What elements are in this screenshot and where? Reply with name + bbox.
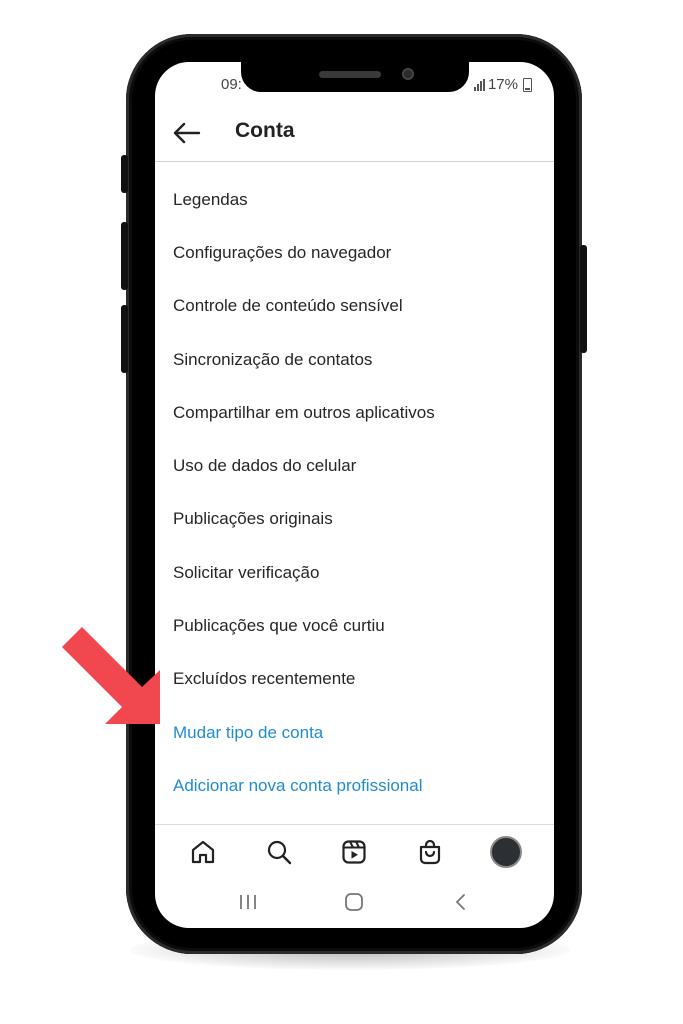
tab-reels[interactable] <box>334 832 374 872</box>
home-icon <box>191 840 214 863</box>
signal-icon <box>473 78 485 91</box>
recent-apps-icon <box>240 895 257 909</box>
menu-item-request-verification[interactable]: Solicitar verificação <box>155 546 554 599</box>
menu-item-share-other-apps[interactable]: Compartilhar em outros aplicativos <box>155 386 554 439</box>
phone-notch <box>241 62 469 92</box>
app-header: Conta <box>155 106 554 162</box>
menu-item-cellular-data[interactable]: Uso de dados do celular <box>155 439 554 492</box>
status-icons: 17% <box>473 76 532 93</box>
menu-item-legendas[interactable]: Legendas <box>155 173 554 226</box>
menu-item-liked-posts[interactable]: Publicações que você curtiu <box>155 599 554 652</box>
menu-item-original-posts[interactable]: Publicações originais <box>155 493 554 546</box>
battery-icon <box>523 77 532 92</box>
profile-avatar <box>490 835 523 868</box>
switch-account-type-link[interactable]: Mudar tipo de conta <box>155 706 554 759</box>
phone-screen: 09: 17% Conta Legendas Configurações do … <box>155 62 554 928</box>
android-nav-bar <box>155 880 554 924</box>
recent-apps-button[interactable] <box>228 887 268 917</box>
tab-shop[interactable] <box>410 832 450 872</box>
menu-item-contact-sync[interactable]: Sincronização de contatos <box>155 333 554 386</box>
tab-profile[interactable] <box>486 832 526 872</box>
chevron-left-icon <box>455 894 465 910</box>
menu-item-recently-deleted[interactable]: Excluídos recentemente <box>155 653 554 706</box>
status-time: 09: <box>221 76 242 93</box>
phone-power-button <box>580 245 587 353</box>
page-title: Conta <box>235 119 295 142</box>
speaker-grille <box>319 71 381 78</box>
search-icon <box>267 840 291 864</box>
shop-icon <box>420 839 441 864</box>
home-nav-button[interactable] <box>334 887 374 917</box>
menu-item-browser-settings[interactable]: Configurações do navegador <box>155 226 554 279</box>
bottom-tab-bar <box>155 824 554 878</box>
phone-side-button <box>121 155 128 193</box>
tab-home[interactable] <box>183 832 223 872</box>
home-nav-icon <box>345 893 364 911</box>
battery-percent: 17% <box>487 76 518 93</box>
arrow-left-icon <box>173 122 201 144</box>
tab-search[interactable] <box>259 832 299 872</box>
menu-item-sensitive-content[interactable]: Controle de conteúdo sensível <box>155 280 554 333</box>
back-nav-button[interactable] <box>441 887 481 917</box>
back-button[interactable] <box>171 120 203 146</box>
front-camera <box>402 68 414 80</box>
red-pointer-arrow-icon <box>62 627 160 724</box>
phone-volume-up-button <box>121 222 128 290</box>
phone-volume-down-button <box>121 305 128 373</box>
add-professional-account-link[interactable]: Adicionar nova conta profissional <box>155 759 554 812</box>
settings-menu: Legendas Configurações do navegador Cont… <box>155 173 554 813</box>
reels-icon <box>342 839 367 864</box>
